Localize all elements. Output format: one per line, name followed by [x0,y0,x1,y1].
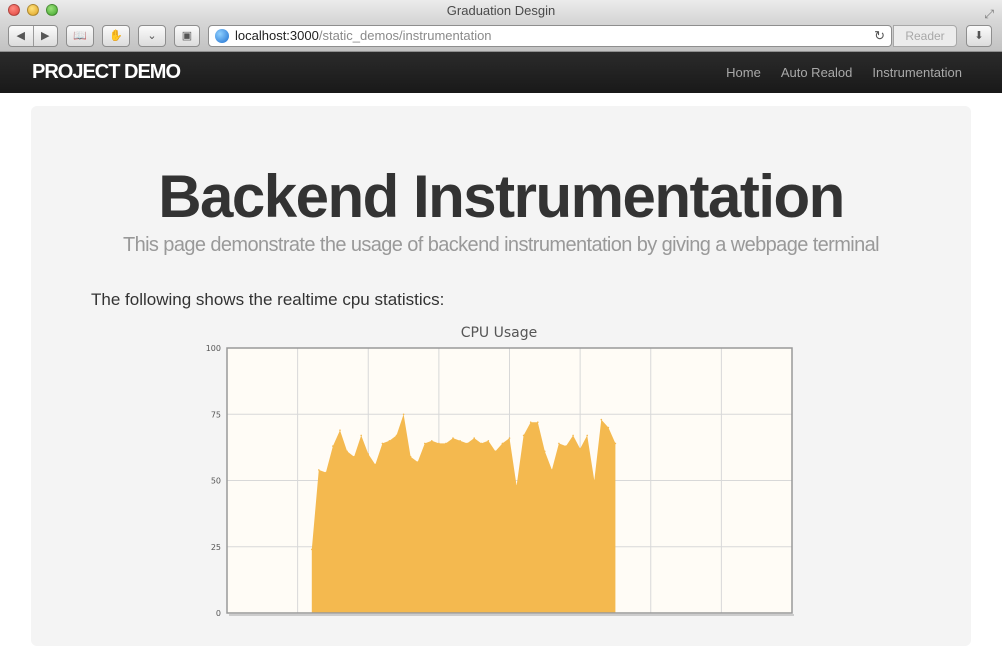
data-point [544,450,546,453]
nav-links: Home Auto Realod Instrumentation [726,65,962,80]
brand-logo[interactable]: PROJECT DEMO [32,61,181,84]
y-tick-label: 0 [216,609,221,618]
data-point [438,442,440,445]
url-host: localhost:3000 [235,28,319,43]
y-tick-label: 25 [211,543,221,552]
hero-unit: Backend Instrumentation This page demons… [31,106,971,646]
data-point [600,418,603,421]
data-point [515,485,518,487]
data-point [607,426,610,429]
extension-icon[interactable]: ▣ [174,25,200,47]
y-tick-label: 100 [206,344,221,353]
close-window-button[interactable] [8,4,20,16]
data-point [416,461,419,463]
data-point [459,440,461,442]
data-point [558,442,560,445]
data-point [381,442,384,445]
download-icon[interactable]: ⬇ [966,25,992,47]
data-point [508,437,511,439]
navbar: PROJECT DEMO Home Auto Realod Instrument… [0,52,1002,93]
window-titlebar: Graduation Desgin ⤢ [0,0,1002,22]
nav-link-home[interactable]: Home [726,65,761,80]
data-point [579,447,581,450]
data-point [445,442,447,445]
forward-icon[interactable]: ▶ [34,26,58,46]
back-forward-buttons: ◀ ▶ [8,25,58,47]
data-point [529,421,532,423]
data-point [431,440,433,442]
nav-link-instrumentation[interactable]: Instrumentation [872,65,962,80]
data-point [374,463,377,466]
bookmarks-icon[interactable]: 📖 [66,25,94,47]
data-point [565,445,567,447]
browser-toolbar: ◀ ▶ 📖 ✋ ⌄ ▣ localhost:3000/static_demos/… [0,22,1002,52]
minimize-window-button[interactable] [27,4,39,16]
reader-button[interactable]: Reader [893,25,957,47]
data-point [551,469,553,471]
reload-icon[interactable]: ↻ [874,26,885,46]
pocket-icon[interactable]: ⌄ [138,25,166,47]
data-point [586,434,588,437]
data-point [593,479,596,482]
data-point [325,471,327,474]
page-title: Backend Instrumentation [158,163,845,230]
data-point [332,445,334,447]
data-point [537,421,539,423]
chart-title: CPU Usage [461,325,538,341]
y-tick-label: 75 [211,410,221,419]
data-point [367,453,370,455]
cpu-usage-chart: CPU Usage 0 25 50 75 100 [206,325,794,618]
y-tick-label: 50 [211,477,221,486]
data-point [339,429,341,431]
data-point [395,434,398,437]
data-point [318,469,320,471]
data-point [473,437,476,439]
window-controls [8,4,58,16]
data-point [480,442,483,445]
data-point [466,442,468,445]
back-icon[interactable]: ◀ [9,26,34,46]
data-point [346,450,348,453]
window-title: Graduation Desgin [446,3,556,18]
url-path: /static_demos/instrumentation [318,28,492,43]
data-point [487,440,490,442]
page-subtitle: This page demonstrate the usage of backe… [122,234,880,256]
address-bar[interactable]: localhost:3000/static_demos/instrumentat… [208,25,892,47]
zoom-window-button[interactable] [46,4,58,16]
globe-icon [215,29,229,43]
data-point [353,455,355,458]
chart-y-ticks: 0 25 50 75 100 [206,344,221,618]
data-point [494,450,497,453]
data-point [360,434,362,437]
data-point [522,434,525,437]
hand-icon[interactable]: ✋ [102,25,130,47]
intro-text: The following shows the realtime cpu sta… [91,290,445,309]
data-point [452,437,454,439]
data-point [501,442,504,445]
data-point [311,548,313,551]
data-point [424,442,426,445]
data-point [402,413,405,416]
data-point [614,442,617,445]
nav-link-auto-reload[interactable]: Auto Realod [781,65,853,80]
data-point [388,440,391,442]
data-point [572,434,574,437]
data-point [409,455,412,458]
